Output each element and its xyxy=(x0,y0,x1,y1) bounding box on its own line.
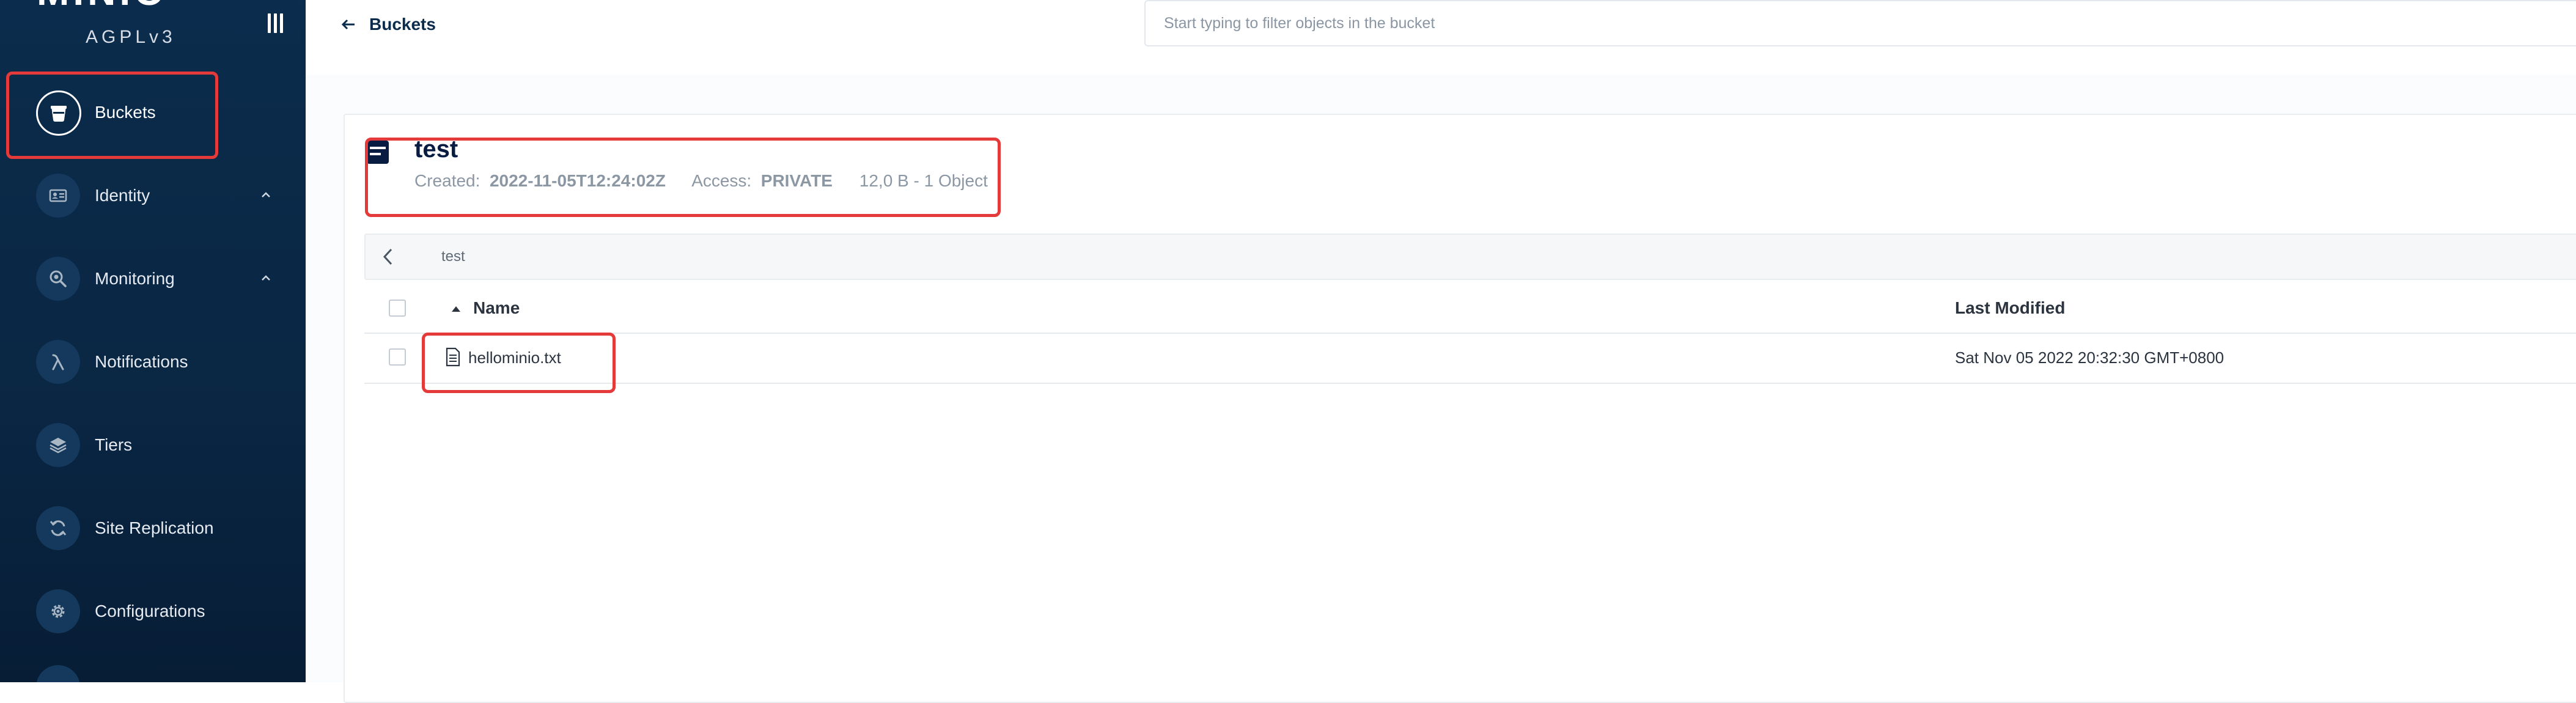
sidebar-item-configurations[interactable]: Configurations xyxy=(0,578,306,646)
sidebar-item-notifications[interactable]: Notifications xyxy=(0,329,306,396)
sidebar-item-label: Tiers xyxy=(95,435,133,454)
column-header-last-modified[interactable]: Last Modified xyxy=(1955,298,2065,318)
column-header-name[interactable]: Name xyxy=(473,298,520,318)
more-icon xyxy=(36,665,80,682)
arrow-left-icon xyxy=(341,19,355,30)
lambda-icon xyxy=(36,340,80,384)
sidebar-item-tiers[interactable]: Tiers xyxy=(0,412,306,479)
table-row[interactable]: hellominio.txt Sat Nov 05 2022 20:32:30 … xyxy=(364,334,2576,384)
filter-placeholder: Start typing to filter objects in the bu… xyxy=(1164,15,1435,32)
sidebar-item-label: Site Replication xyxy=(95,518,214,537)
select-all-checkbox[interactable] xyxy=(389,300,406,317)
gear-icon xyxy=(36,589,80,633)
sidebar-item-label: Identity xyxy=(95,186,150,205)
license-label: AGPLv3 xyxy=(86,27,176,47)
layers-icon xyxy=(36,423,80,467)
filter-objects-input[interactable]: Start typing to filter objects in the bu… xyxy=(1144,0,2576,46)
minio-logo: MINIO xyxy=(37,0,168,11)
search-zoom-icon xyxy=(36,257,80,301)
row-checkbox[interactable] xyxy=(389,348,406,366)
sidebar-item-label: Monitoring xyxy=(95,269,175,288)
sort-ascending-icon[interactable] xyxy=(450,304,462,313)
identity-card-icon xyxy=(36,174,80,218)
sidebar-item-monitoring[interactable]: Monitoring xyxy=(0,246,306,313)
sidebar-item-label: Notifications xyxy=(95,352,188,371)
sidebar-item-identity[interactable]: Identity xyxy=(0,163,306,230)
sidebar-item-label: Configurations xyxy=(95,602,205,620)
collapse-menu-button[interactable] xyxy=(268,12,286,34)
top-bar: Buckets Start typing to filter objects i… xyxy=(306,0,2576,75)
table-header: Name Last Modified xyxy=(364,287,2576,334)
breadcrumb-path[interactable]: test xyxy=(441,248,465,265)
sync-icon xyxy=(36,506,80,550)
chevron-left-icon[interactable] xyxy=(378,245,400,269)
breadcrumb: test xyxy=(364,234,2576,280)
back-to-buckets-link[interactable]: Buckets xyxy=(341,12,436,37)
chevron-up-icon[interactable] xyxy=(260,190,271,201)
chevron-up-icon[interactable] xyxy=(260,273,271,284)
highlight-box xyxy=(365,138,1001,217)
highlight-box xyxy=(422,333,616,393)
file-last-modified: Sat Nov 05 2022 20:32:30 GMT+0800 xyxy=(1955,348,2225,367)
highlight-box xyxy=(6,72,218,159)
sidebar-item-site-replication[interactable]: Site Replication xyxy=(0,495,306,562)
back-label: Buckets xyxy=(369,15,436,34)
